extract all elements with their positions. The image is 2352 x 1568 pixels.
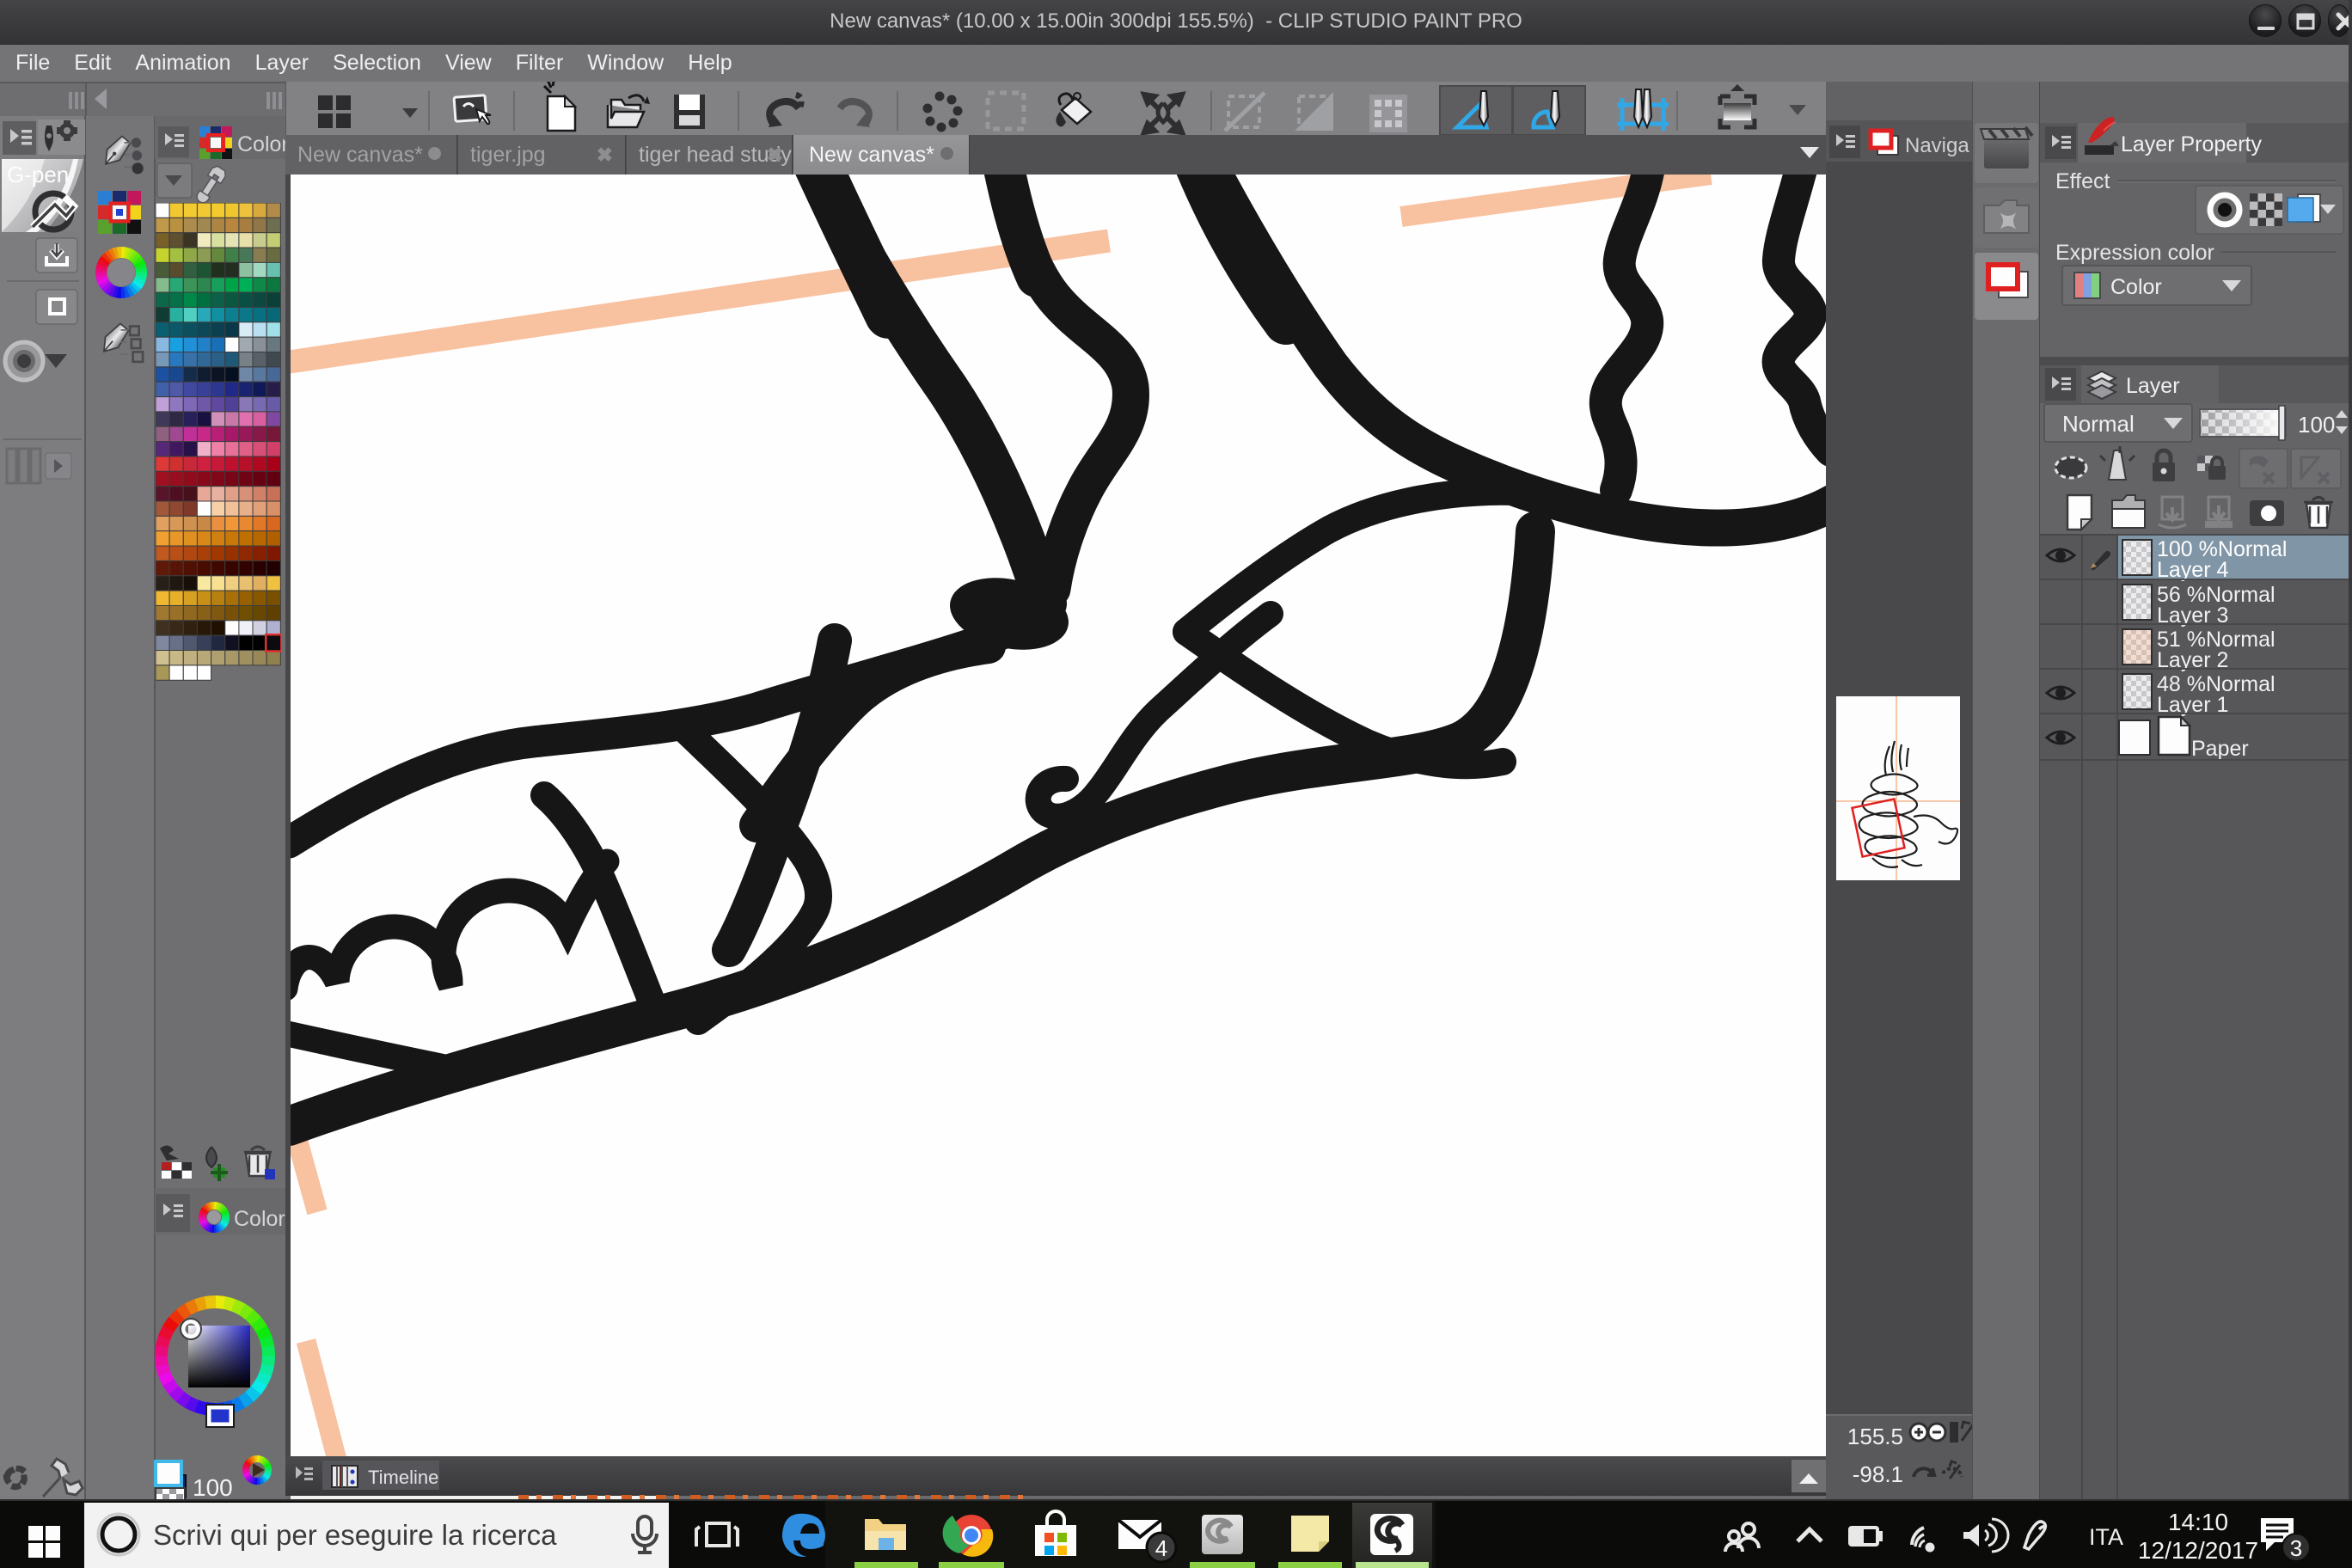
svg-text:100: 100	[193, 1474, 233, 1501]
svg-text:Expression color: Expression color	[2055, 241, 2214, 265]
svg-text:G-pen: G-pen	[7, 162, 69, 187]
svg-text:Layer: Layer	[2126, 374, 2180, 398]
svg-text:Scrivi qui per eseguire la ric: Scrivi qui per eseguire la ricerca	[153, 1519, 557, 1551]
svg-text:155.5: 155.5	[1847, 1424, 1903, 1449]
svg-text:12/12/2017: 12/12/2017	[2138, 1537, 2258, 1564]
svg-text:Layer Property: Layer Property	[2121, 132, 2262, 156]
svg-text:100: 100	[2298, 412, 2335, 438]
svg-text:3: 3	[2290, 1535, 2302, 1561]
svg-text:ITA: ITA	[2089, 1524, 2123, 1550]
svg-text:14:10: 14:10	[2168, 1509, 2228, 1535]
svg-text:4: 4	[1155, 1535, 1167, 1561]
svg-text:Color: Color	[234, 1207, 285, 1231]
svg-text:Effect: Effect	[2055, 169, 2110, 193]
svg-text:Timeline: Timeline	[368, 1467, 438, 1488]
svg-text:Paper: Paper	[2191, 737, 2249, 761]
svg-text:Color: Color	[237, 132, 285, 156]
svg-text:Color: Color	[2110, 275, 2162, 299]
svg-text:Layer 4: Layer 4	[2157, 558, 2228, 582]
svg-text:-98.1: -98.1	[1853, 1461, 1903, 1487]
svg-text:Normal: Normal	[2062, 411, 2135, 437]
svg-text:Naviga: Naviga	[1905, 134, 1969, 157]
